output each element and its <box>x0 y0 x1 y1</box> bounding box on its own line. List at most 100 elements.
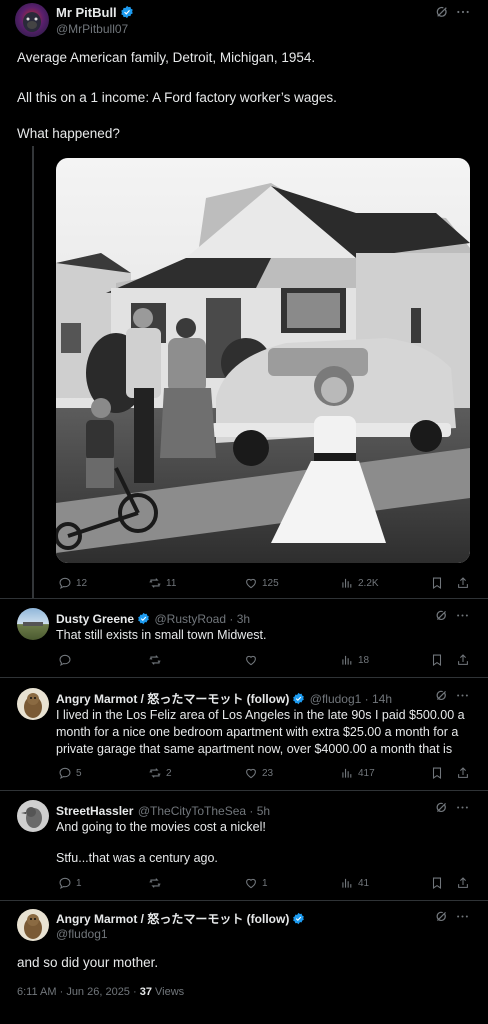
divider <box>0 790 488 791</box>
repost-button[interactable]: 2 <box>148 766 172 780</box>
pitbull-avatar-icon <box>23 12 41 32</box>
views-count: 417 <box>358 767 375 779</box>
repost-button[interactable] <box>148 876 166 890</box>
avatar[interactable] <box>15 3 49 37</box>
tweet-text-line-1: Average American family, Detroit, Michig… <box>17 50 316 65</box>
repost-icon <box>148 766 162 780</box>
like-icon <box>244 653 258 667</box>
author-name[interactable]: Angry Marmot / 怒ったマーモット (follow) <box>56 912 289 926</box>
bookmark-button[interactable] <box>430 576 444 590</box>
reply-icon <box>58 653 72 667</box>
reply-text: I lived in the Los Feliz area of Los Ang… <box>56 708 465 756</box>
bookmark-button[interactable] <box>430 766 444 780</box>
repost-icon <box>148 876 162 890</box>
timestamp[interactable]: 6:11 AM · Jun 26, 2025 · <box>17 986 140 998</box>
avatar[interactable] <box>17 688 49 720</box>
share-button[interactable] <box>456 653 470 667</box>
grok-icon[interactable] <box>434 909 449 924</box>
views-button[interactable]: 18 <box>340 653 369 667</box>
grok-icon[interactable] <box>434 608 449 623</box>
marmot-avatar-icon <box>24 693 42 718</box>
tweet-text-line-2: All this on a 1 income: A Ford factory w… <box>17 90 337 105</box>
share-button[interactable] <box>456 876 470 890</box>
repost-button[interactable]: 11 <box>148 576 176 590</box>
tweet-text: and so did your mother. <box>17 955 159 970</box>
views-icon <box>340 653 354 667</box>
reply-icon <box>58 766 72 780</box>
repost-count: 11 <box>166 577 177 589</box>
reply-button[interactable] <box>58 653 76 667</box>
bookmark-icon <box>430 876 444 890</box>
avatar[interactable] <box>17 800 49 832</box>
views-count: 2.2K <box>358 577 379 589</box>
reply-author-name[interactable]: Dusty Greene <box>56 612 134 626</box>
reply-count: 12 <box>76 577 88 589</box>
like-button[interactable]: 1 <box>244 876 268 890</box>
tweet-text-line-3: What happened? <box>17 126 120 141</box>
attached-photo[interactable] <box>56 158 470 563</box>
divider <box>0 598 488 599</box>
views-icon <box>340 766 354 780</box>
bookmark-button[interactable] <box>430 876 444 890</box>
landscape-avatar-icon <box>23 622 43 626</box>
reply-button[interactable]: 1 <box>58 876 82 890</box>
author-handle[interactable]: @MrPitbull07 <box>56 22 128 36</box>
bookmark-icon <box>430 576 444 590</box>
share-icon <box>456 576 470 590</box>
bookmark-icon <box>430 653 444 667</box>
more-icon[interactable] <box>455 909 470 924</box>
grok-icon[interactable] <box>434 4 450 20</box>
repost-count: 2 <box>166 767 172 779</box>
share-button[interactable] <box>456 576 470 590</box>
like-button[interactable]: 23 <box>244 766 273 780</box>
views-icon <box>340 876 354 890</box>
reply-button[interactable]: 12 <box>58 576 87 590</box>
bookmark-button[interactable] <box>430 653 444 667</box>
timestamp-row: 6:11 AM · Jun 26, 2025 · 37 Views <box>17 986 184 998</box>
avatar[interactable] <box>17 909 49 941</box>
grok-icon[interactable] <box>434 800 449 815</box>
reply-icon <box>58 576 72 590</box>
share-button[interactable] <box>456 766 470 780</box>
bird-avatar-icon <box>21 807 42 828</box>
views-button[interactable]: 417 <box>340 766 375 780</box>
reply-text: That still exists in small town Midwest. <box>56 628 267 642</box>
more-icon[interactable] <box>455 800 470 815</box>
verified-badge-icon <box>292 692 305 705</box>
reply-count: 5 <box>76 767 82 779</box>
like-count: 23 <box>262 767 274 779</box>
view-count: 37 <box>139 986 152 998</box>
grok-icon[interactable] <box>434 688 449 703</box>
like-button[interactable]: 125 <box>244 576 279 590</box>
views-button[interactable]: 2.2K <box>340 576 379 590</box>
more-icon[interactable] <box>455 688 470 703</box>
repost-button[interactable] <box>148 653 166 667</box>
bookmark-icon <box>430 766 444 780</box>
reply-count: 1 <box>76 877 82 889</box>
more-icon[interactable] <box>455 4 471 20</box>
repost-icon <box>148 653 162 667</box>
reply-author-name[interactable]: StreetHassler <box>56 804 133 818</box>
reply-author-name[interactable]: Angry Marmot / 怒ったマーモット (follow) <box>56 692 289 706</box>
verified-badge-icon <box>137 612 150 625</box>
reply-handle[interactable]: @RustyRoad · 3h <box>154 612 250 626</box>
views-icon <box>340 576 354 590</box>
author-handle[interactable]: @fludog1 <box>56 927 108 941</box>
reply-button[interactable]: 5 <box>58 766 82 780</box>
share-icon <box>456 766 470 780</box>
reply-handle[interactable]: @TheCityToTheSea · 5h <box>138 804 270 818</box>
avatar[interactable] <box>17 608 49 640</box>
divider <box>0 900 488 901</box>
family-house-photo <box>56 158 470 563</box>
author-name[interactable]: Mr PitBull <box>56 5 117 20</box>
views-button[interactable]: 41 <box>340 876 369 890</box>
marmot-avatar-icon <box>24 914 42 939</box>
like-button[interactable] <box>244 653 262 667</box>
more-icon[interactable] <box>455 608 470 623</box>
share-icon <box>456 653 470 667</box>
verified-badge-icon <box>292 912 305 925</box>
reply-text-line-2: Stfu...that was a century ago. <box>56 851 218 865</box>
repost-icon <box>148 576 162 590</box>
reply-handle[interactable]: @fludog1 · 14h <box>310 692 392 706</box>
like-icon <box>244 766 258 780</box>
